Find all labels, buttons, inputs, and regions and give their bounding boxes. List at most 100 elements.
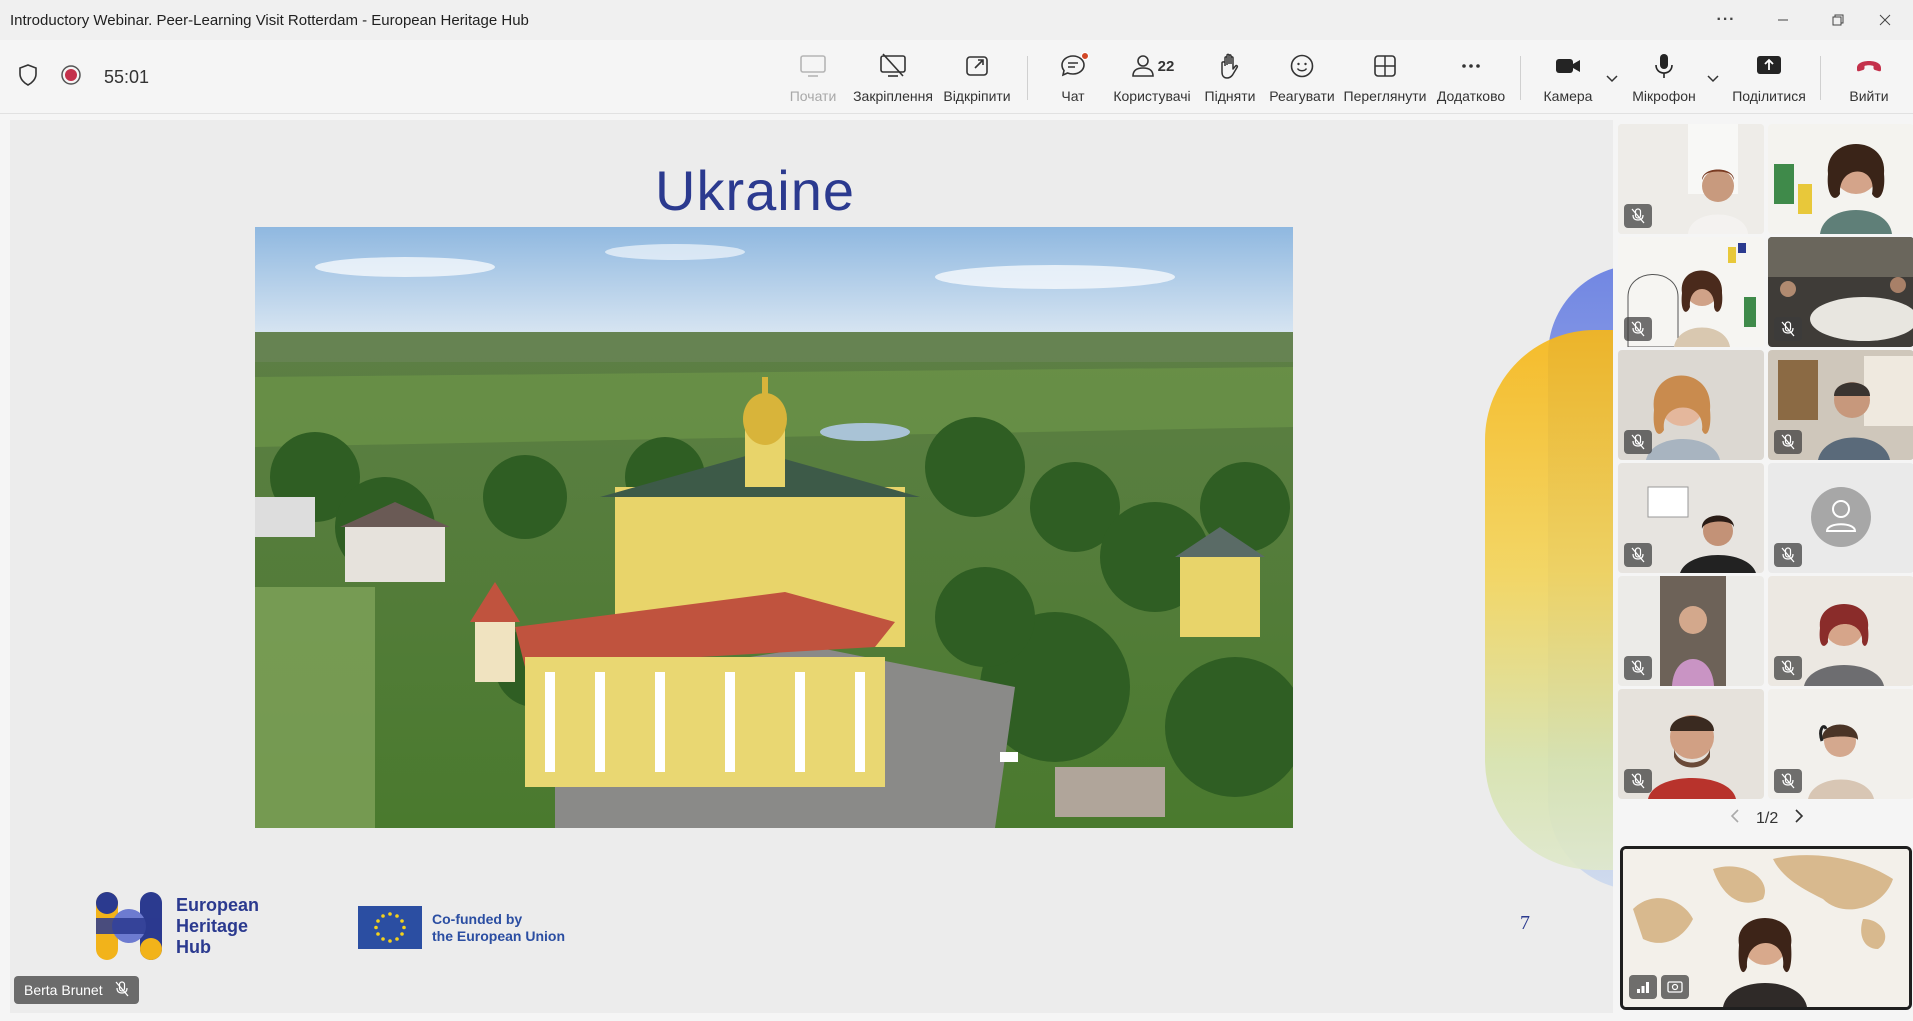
minimize-icon[interactable]: [1755, 0, 1811, 40]
start-label: Почати: [789, 88, 837, 104]
camera-icon: [1554, 50, 1582, 82]
mic-off-icon: [1624, 769, 1652, 793]
hand-icon: [1217, 50, 1243, 82]
decorative-shape: [1485, 330, 1613, 870]
meeting-timer: 55:01: [104, 67, 150, 87]
recording-icon: [60, 64, 82, 91]
meeting-toolbar: 55:01 Почати Закріплення Відкріпити Чат …: [0, 40, 1913, 114]
chat-icon: [1059, 50, 1089, 82]
toolbar-divider: [1820, 56, 1821, 100]
participant-video-tile[interactable]: [1618, 350, 1764, 460]
shared-content: Ukraine European Heritage Hub Co-funded …: [10, 120, 1613, 1013]
mic-off-icon: [1624, 543, 1652, 567]
pop-out-icon: [964, 50, 990, 82]
chat-button[interactable]: Чат: [1056, 50, 1090, 110]
unpin-label: Відкріпити: [943, 88, 1011, 104]
mic-off-icon: [1624, 204, 1652, 228]
logo-text-line: Hub: [176, 936, 211, 957]
react-label: Реагувати: [1269, 88, 1335, 104]
chat-label: Чат: [1061, 88, 1085, 104]
mic-off-icon: [1774, 769, 1802, 793]
mic-off-icon: [1624, 656, 1652, 680]
presenter-name-tag: Berta Brunet: [14, 976, 139, 1004]
participant-video-tile[interactable]: [1768, 237, 1913, 347]
mic-off-icon: [1774, 430, 1802, 454]
leave-label: Вийти: [1849, 88, 1889, 104]
share-label: Поділитися: [1732, 88, 1806, 104]
shield-icon[interactable]: [18, 64, 38, 91]
mic-off-icon: [1774, 543, 1802, 567]
close-icon[interactable]: [1857, 0, 1913, 40]
mic-off-icon: [115, 980, 129, 1000]
gallery-pager: 1/2: [1730, 808, 1804, 829]
presenter-name: Berta Brunet: [24, 982, 103, 998]
more-label: Додатково: [1436, 88, 1506, 104]
eu-flag-icon: [358, 906, 422, 949]
participant-video-tile[interactable]: [1618, 576, 1764, 686]
logo-text-line: Heritage: [176, 915, 249, 936]
european-heritage-hub-logo: European Heritage Hub: [96, 892, 259, 960]
mic-off-icon: [1774, 656, 1802, 680]
raise-hand-button[interactable]: Підняти: [1204, 50, 1256, 110]
participants-count: 22: [1157, 57, 1175, 75]
pin-button[interactable]: Закріплення: [852, 50, 934, 110]
share-screen-icon: [1755, 50, 1783, 82]
emoji-icon: [1289, 50, 1315, 82]
mic-off-icon: [1624, 317, 1652, 341]
microphone-options-chevron-icon[interactable]: [1704, 70, 1722, 88]
react-button[interactable]: Реагувати: [1269, 50, 1335, 110]
participant-video-tile[interactable]: [1618, 689, 1764, 799]
raise-hand-label: Підняти: [1204, 88, 1256, 104]
grid-view-icon: [1372, 50, 1398, 82]
participant-video-tile[interactable]: [1768, 576, 1913, 686]
slide-photo: [255, 227, 1293, 828]
slide-page-number: 7: [1520, 912, 1530, 934]
mic-off-icon: [1624, 430, 1652, 454]
more-button[interactable]: Додатково: [1436, 50, 1506, 110]
window-title: Introductory Webinar. Peer-Learning Visi…: [10, 11, 529, 29]
previous-page-chevron-icon[interactable]: [1730, 808, 1740, 829]
participant-video-tile[interactable]: [1618, 237, 1764, 347]
next-page-chevron-icon[interactable]: [1794, 808, 1804, 829]
eu-cofunded-logo: Co-funded by the European Union: [358, 906, 565, 949]
mic-off-icon: [1774, 317, 1802, 341]
signal-bars-icon[interactable]: [1629, 975, 1657, 999]
participant-video-tile[interactable]: [1768, 689, 1913, 799]
window-more-icon[interactable]: ···: [1698, 0, 1754, 40]
screen-off-icon: [879, 50, 907, 82]
participant-video-tile[interactable]: [1768, 124, 1913, 234]
unpin-button[interactable]: Відкріпити: [942, 50, 1012, 110]
hang-up-icon: [1854, 50, 1884, 82]
slide-title: Ukraine: [655, 159, 855, 222]
participants-button[interactable]: 22 Користувачі: [1112, 50, 1192, 110]
toolbar-divider: [1027, 56, 1028, 100]
participants-label: Користувачі: [1113, 88, 1191, 104]
people-icon: 22: [1130, 50, 1175, 82]
toolbar-divider: [1520, 56, 1521, 100]
camera-options-chevron-icon[interactable]: [1603, 70, 1621, 88]
microphone-label: Мікрофон: [1632, 88, 1696, 104]
eu-text-line: the European Union: [432, 927, 565, 944]
heritage-hub-emblem-icon: [96, 892, 162, 960]
camera-button[interactable]: Камера: [1542, 50, 1594, 110]
video-settings-icon[interactable]: [1661, 975, 1689, 999]
pin-label: Закріплення: [853, 88, 933, 104]
leave-button[interactable]: Вийти: [1844, 50, 1894, 110]
gallery-page-indicator: 1/2: [1756, 809, 1779, 827]
share-button[interactable]: Поділитися: [1732, 50, 1806, 110]
microphone-icon: [1651, 50, 1677, 82]
self-view-video[interactable]: [1620, 846, 1912, 1010]
eu-text-line: Co-funded by: [432, 910, 523, 927]
view-button[interactable]: Переглянути: [1344, 50, 1426, 110]
participant-video-tile[interactable]: [1618, 124, 1764, 234]
microphone-button[interactable]: Мікрофон: [1630, 50, 1698, 110]
camera-label: Камера: [1543, 88, 1593, 104]
participant-video-tile[interactable]: [1618, 463, 1764, 573]
start-button[interactable]: Почати: [790, 50, 836, 110]
more-icon: [1458, 50, 1484, 82]
participant-avatar-tile[interactable]: [1768, 463, 1913, 573]
unread-dot: [1081, 52, 1089, 60]
participant-video-tile[interactable]: [1768, 350, 1913, 460]
view-label: Переглянути: [1343, 88, 1427, 104]
logo-text-line: European: [176, 894, 260, 915]
